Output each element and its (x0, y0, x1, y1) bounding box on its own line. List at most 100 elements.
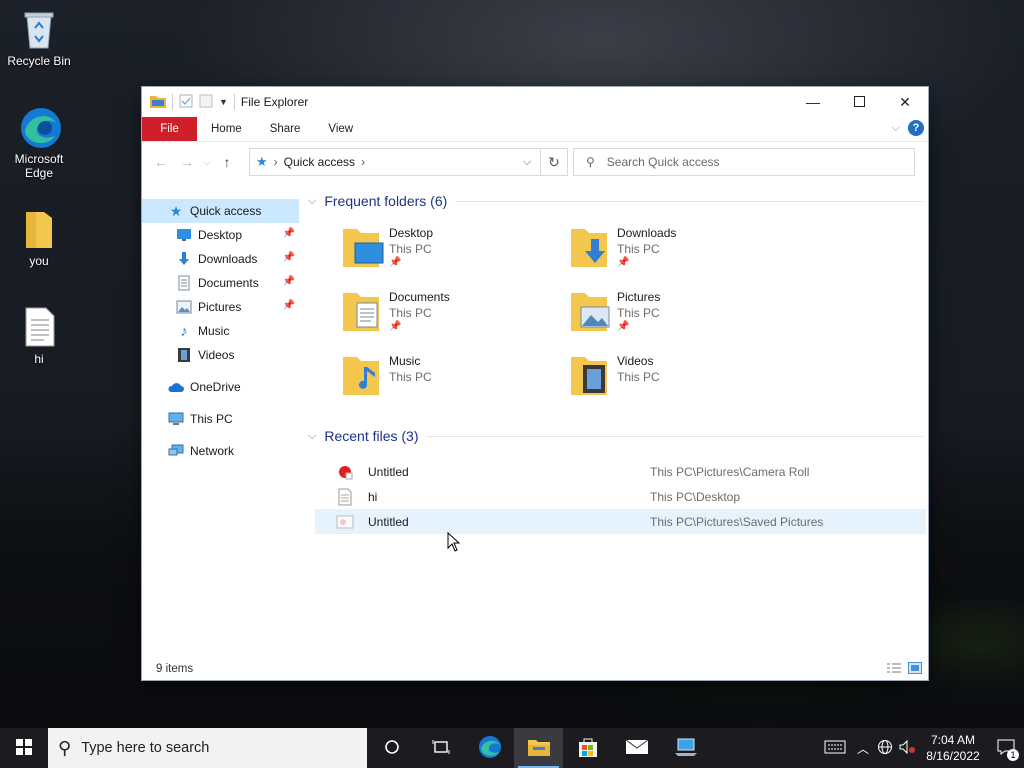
divider (426, 435, 923, 437)
pin-icon: 📌 (389, 321, 402, 332)
folder-tile-pictures[interactable]: Pictures This PC 📌 (569, 287, 789, 343)
sidebar-item-music[interactable]: ♪ Music (142, 319, 299, 343)
frequent-folders-header[interactable]: ⌵ Frequent folders (6) (308, 193, 923, 209)
show-hidden-icons-chevron-icon[interactable]: ︿ (852, 740, 874, 757)
folder-name: Documents (389, 290, 450, 304)
file-explorer-window: ▼ File Explorer — ✕ File Home Share View… (141, 86, 929, 681)
sidebar-item-quick-access[interactable]: ★ Quick access (142, 199, 299, 223)
start-button[interactable] (0, 728, 48, 768)
pictures-icon (176, 299, 192, 315)
desktop-icon-you[interactable]: you (1, 208, 77, 268)
folder-tile-downloads[interactable]: Downloads This PC 📌 (569, 223, 789, 279)
volume-muted-icon[interactable] (896, 739, 918, 758)
notification-count-badge: 1 (1007, 749, 1019, 761)
taskbar-search-placeholder: Type here to search (81, 740, 210, 756)
sidebar-item-label: Pictures (198, 300, 242, 314)
sidebar-item-onedrive[interactable]: OneDrive (142, 375, 299, 399)
clock[interactable]: 7:04 AM 8/16/2022 (918, 732, 988, 764)
explorer-folder-icon (150, 94, 166, 111)
help-button[interactable]: ? (908, 120, 924, 136)
new-folder-icon[interactable] (199, 94, 213, 111)
taskbar-edge[interactable] (465, 728, 514, 768)
desktop-icon-recycle-bin[interactable]: Recycle Bin (1, 8, 77, 68)
sidebar-item-videos[interactable]: Videos (142, 343, 299, 367)
address-bar[interactable]: ★ › Quick access › ⌵ (249, 148, 541, 176)
recent-locations-chevron-icon[interactable]: ⌵ (200, 157, 214, 168)
navigation-bar: ← → ⌵ ↑ ★ › Quick access › ⌵ ↻ ⚲ (142, 142, 928, 182)
sidebar-item-label: Downloads (198, 252, 258, 266)
tab-home[interactable]: Home (197, 117, 256, 141)
film-icon (176, 347, 192, 363)
refresh-button[interactable]: ↻ (541, 148, 568, 176)
pictures-folder-icon (569, 287, 613, 333)
sidebar-item-network[interactable]: Network (142, 439, 299, 463)
large-icons-view-icon[interactable] (908, 662, 922, 677)
cortana-button[interactable] (367, 728, 416, 768)
file-name: Untitled (368, 464, 409, 479)
folder-tile-desktop[interactable]: Desktop This PC 📌 (341, 223, 561, 279)
sidebar-item-downloads[interactable]: Downloads 📌 (142, 247, 299, 271)
tab-share[interactable]: Share (256, 117, 315, 141)
folder-tile-videos[interactable]: Videos This PC (569, 351, 789, 407)
keyboard-icon[interactable] (818, 740, 852, 757)
folder-location: This PC (389, 306, 432, 320)
recent-file-row[interactable]: Untitled This PC\Pictures\Camera Roll (315, 459, 926, 484)
folder-location: This PC (617, 306, 660, 320)
sidebar-item-this-pc[interactable]: This PC (142, 407, 299, 431)
search-input[interactable] (604, 154, 889, 170)
tab-file[interactable]: File (142, 117, 197, 141)
task-view-button[interactable] (416, 728, 465, 768)
file-name: hi (368, 489, 378, 504)
breadcrumb-quick-access[interactable]: Quick access (284, 155, 355, 169)
expand-ribbon-chevron-icon[interactable]: ⌵ (892, 122, 900, 135)
sidebar-item-documents[interactable]: Documents 📌 (142, 271, 299, 295)
taskbar-app[interactable] (661, 728, 710, 768)
desktop-icon-edge[interactable]: Microsoft Edge (1, 106, 77, 180)
minimize-button[interactable]: — (790, 87, 836, 117)
taskbar-file-explorer[interactable] (514, 728, 563, 768)
back-arrow-icon[interactable]: ← (148, 154, 174, 170)
address-history-chevron-icon[interactable]: ⌵ (514, 149, 540, 175)
cortana-circle-icon (384, 739, 400, 758)
details-view-icon[interactable] (886, 662, 902, 677)
pin-icon: 📌 (617, 257, 630, 268)
recent-files-header[interactable]: ⌵ Recent files (3) (308, 428, 923, 444)
pin-icon: 📌 (389, 257, 402, 268)
divider (455, 200, 923, 202)
text-file-icon (19, 306, 59, 348)
sidebar-item-label: Quick access (190, 204, 262, 218)
sidebar-item-pictures[interactable]: Pictures 📌 (142, 295, 299, 319)
customize-chevron-icon[interactable]: ▼ (219, 97, 228, 107)
taskbar-search-box[interactable]: ⚲ Type here to search (48, 728, 367, 768)
close-button[interactable]: ✕ (882, 87, 928, 117)
search-box[interactable]: ⚲ (573, 148, 915, 176)
title-bar[interactable]: ▼ File Explorer — ✕ (142, 87, 928, 117)
collapse-chevron-icon: ⌵ (308, 429, 317, 442)
forward-arrow-icon[interactable]: → (174, 154, 200, 170)
pin-icon: 📌 (282, 300, 295, 311)
folder-location: This PC (617, 370, 660, 384)
up-arrow-icon[interactable]: ↑ (214, 154, 240, 170)
text-file-icon (335, 488, 355, 506)
properties-icon[interactable] (179, 94, 193, 111)
folder-tile-documents[interactable]: Documents This PC 📌 (341, 287, 561, 343)
folder-name: Downloads (617, 226, 677, 240)
maximize-button[interactable] (836, 87, 882, 117)
item-count: 9 items (156, 663, 194, 675)
folder-tile-music[interactable]: Music This PC (341, 351, 561, 407)
desktop-icon-label: you (29, 254, 49, 268)
desktop-folder-icon (341, 223, 385, 269)
folder-location: This PC (389, 370, 432, 384)
minimize-icon: — (806, 94, 820, 110)
recent-file-row[interactable]: hi This PC\Desktop (315, 484, 926, 509)
image-file-icon (335, 514, 355, 530)
recent-file-row[interactable]: Untitled This PC\Pictures\Saved Pictures (315, 509, 926, 534)
tab-view[interactable]: View (314, 117, 367, 141)
pin-icon: 📌 (282, 228, 295, 239)
network-globe-icon[interactable] (874, 739, 896, 758)
desktop-icon-hi[interactable]: hi (1, 306, 77, 366)
sidebar-item-desktop[interactable]: Desktop 📌 (142, 223, 299, 247)
taskbar-mail[interactable] (612, 728, 661, 768)
taskbar-store[interactable] (563, 728, 612, 768)
action-center-button[interactable]: 1 (988, 728, 1024, 768)
